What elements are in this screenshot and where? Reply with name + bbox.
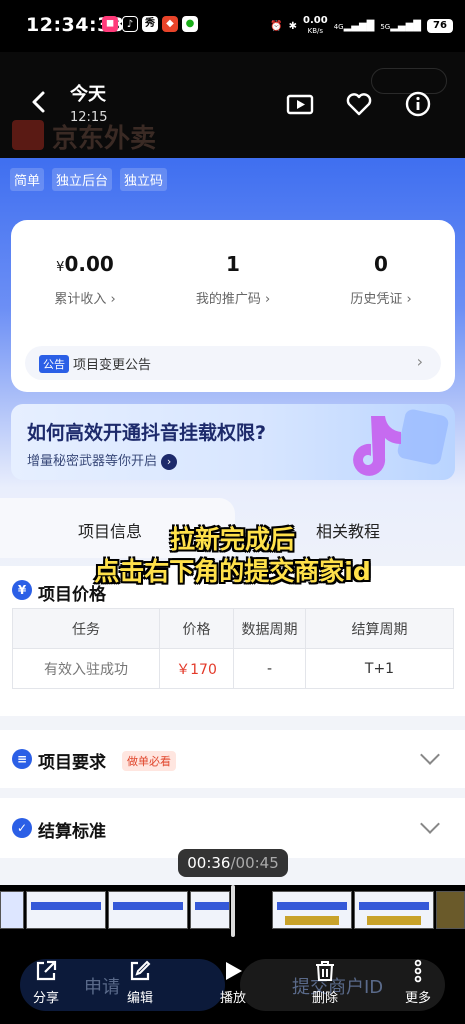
- table-header: 价格: [159, 608, 234, 649]
- viewer-title: 今天: [70, 84, 106, 105]
- wechat-icon: ●: [182, 16, 198, 32]
- table-row: 有效入驻成功 ￥170 - T+1: [12, 648, 454, 689]
- notification-app-icon: ◼: [102, 16, 118, 32]
- net-speed: 0.00 KB/s: [303, 15, 328, 36]
- film-frame: [272, 891, 352, 929]
- playhead-scrubber[interactable]: [231, 885, 235, 937]
- table-header: 任务: [12, 608, 160, 649]
- status-bar: 12:34:33 ◼ ♪ 秀 ◆ ● ⏰ ✱ 0.00 KB/s 4G▂▄▆█ 5…: [0, 0, 465, 52]
- back-icon[interactable]: [28, 88, 50, 116]
- promo-banner[interactable]: 如何高效开通抖音挂载权限? 增量秘密武器等你开启 ›: [11, 404, 455, 480]
- price-section: ¥ 项目价格 任务 价格 数据周期 结算周期 有效入驻成功 ￥170 - T+1: [0, 566, 465, 716]
- stat-history[interactable]: 0 历史凭证 ›: [307, 252, 455, 307]
- film-frame: [190, 891, 230, 929]
- film-frame: [26, 891, 106, 929]
- film-frame: [354, 891, 434, 929]
- notification-app-icon: ◆: [162, 16, 178, 32]
- check-icon: ✓: [12, 818, 32, 838]
- settlement-title: 结算标准: [38, 822, 106, 842]
- stat-promo-code[interactable]: 1 我的推广码 ›: [159, 252, 307, 307]
- signal-icon: 5G▂▄▆█: [380, 20, 421, 32]
- battery-icon: 76: [427, 19, 453, 33]
- table-header: 数据周期: [233, 608, 306, 649]
- tag: 独立后台: [52, 168, 113, 191]
- tiktok-icon: ♪: [122, 16, 138, 32]
- table-cell-price: ￥170: [159, 648, 234, 689]
- tag-list: 简单 独立后台 独立码: [10, 168, 168, 191]
- table-cell: 有效入驻成功: [12, 648, 160, 689]
- stats-card: ¥0.00 累计收入 › 1 我的推广码 › 0 历史凭证 › 公告 项目变更公…: [11, 220, 455, 392]
- must-read-badge: 做单必看: [122, 751, 176, 771]
- notice-badge: 公告: [39, 355, 69, 373]
- video-play-icon[interactable]: [286, 90, 314, 118]
- banner-subtitle: 增量秘密武器等你开启 ›: [27, 450, 178, 470]
- trash-icon: [316, 961, 334, 981]
- caption-line-1: 拉新完成后: [169, 525, 295, 554]
- film-frame: [436, 891, 465, 929]
- edit-button[interactable]: 编辑: [110, 959, 170, 1006]
- underlying-logo: [12, 120, 44, 150]
- more-icon: [414, 959, 422, 983]
- list-icon: ≡: [12, 749, 32, 769]
- tag: 独立码: [120, 168, 168, 191]
- film-frame: [0, 891, 24, 929]
- tag: 简单: [10, 168, 45, 191]
- bottom-toolbar: 申请 提交商户ID 分享 编辑 播放 删除 更多: [0, 937, 465, 1024]
- play-icon: [226, 962, 242, 980]
- favorite-icon[interactable]: [345, 90, 373, 118]
- signal-icon: 4G▂▄▆█: [333, 20, 375, 32]
- viewer-subtitle: 12:15: [70, 110, 108, 125]
- tiktok-logo-art: [353, 409, 449, 476]
- chevron-down-icon: [420, 814, 440, 834]
- share-icon: [36, 960, 57, 981]
- banner-title: 如何高效开通抖音挂载权限?: [27, 422, 267, 444]
- table-header: 结算周期: [305, 608, 454, 649]
- notice-bar[interactable]: 公告 项目变更公告 ›: [25, 346, 441, 380]
- more-button[interactable]: 更多: [388, 959, 448, 1006]
- bluetooth-icon: ✱: [288, 20, 297, 32]
- notice-text: 项目变更公告: [73, 358, 152, 373]
- caption-line-2: 点击右下角的提交商家id: [94, 557, 371, 586]
- requirements-section[interactable]: ≡ 项目要求 做单必看: [0, 730, 465, 788]
- notification-app-icon: 秀: [142, 16, 158, 32]
- screen: 12:34:33 ◼ ♪ 秀 ◆ ● ⏰ ✱ 0.00 KB/s 4G▂▄▆█ 5…: [0, 0, 465, 1024]
- requirements-title: 项目要求: [38, 753, 106, 773]
- delete-button[interactable]: 删除: [295, 959, 355, 1006]
- edit-icon: [130, 960, 151, 981]
- stat-income[interactable]: ¥0.00 累计收入 ›: [11, 252, 159, 307]
- chevron-right-icon: ›: [416, 352, 423, 371]
- arrow-right-icon: ›: [161, 454, 178, 470]
- viewer-header: 京东外卖 今天 12:15: [0, 52, 465, 158]
- alarm-icon: ⏰: [270, 20, 283, 32]
- table-cell: T+1: [305, 648, 454, 689]
- status-right: ⏰ ✱ 0.00 KB/s 4G▂▄▆█ 5G▂▄▆█ 76: [270, 16, 453, 36]
- share-button[interactable]: 分享: [16, 959, 76, 1006]
- film-frame: [108, 891, 188, 929]
- video-time: 00:36/00:45: [178, 849, 288, 877]
- table-header-row: 任务 价格 数据周期 结算周期: [12, 608, 454, 649]
- play-button[interactable]: 播放: [203, 959, 263, 1006]
- chevron-down-icon: [420, 745, 440, 765]
- info-icon[interactable]: [404, 90, 432, 118]
- table-cell: -: [233, 648, 306, 689]
- price-table: 任务 价格 数据周期 结算周期 有效入驻成功 ￥170 - T+1: [12, 608, 454, 689]
